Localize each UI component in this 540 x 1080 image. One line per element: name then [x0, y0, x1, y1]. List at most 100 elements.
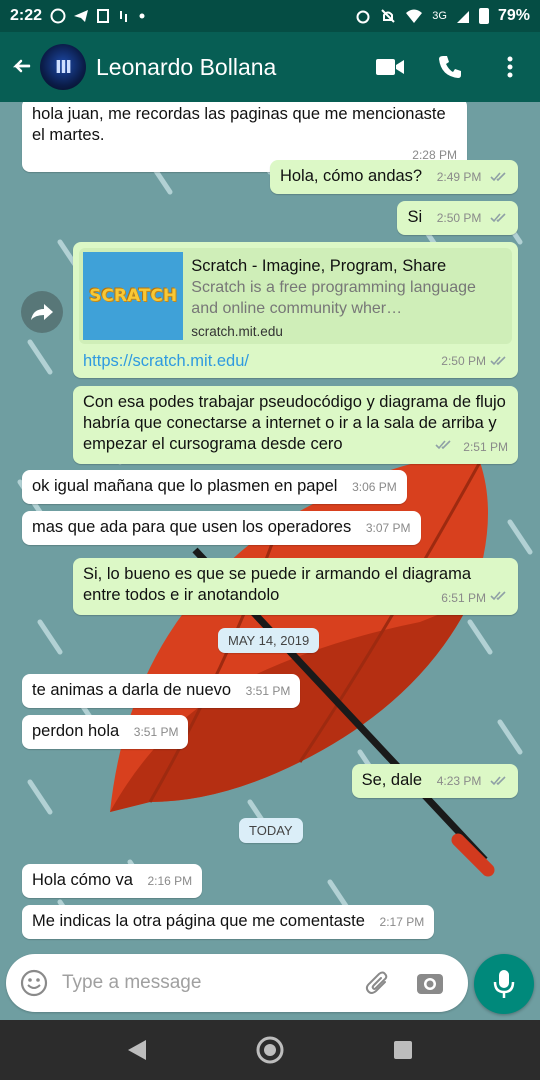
message-link[interactable]: https://scratch.mit.edu/: [83, 351, 249, 372]
date-chip: MAY 14, 2019: [218, 628, 320, 653]
cell-signal-icon: [456, 11, 469, 23]
camera-icon: [417, 974, 443, 994]
message-text: Si, lo bueno es que se puede ir armando …: [83, 565, 471, 604]
message-text: mas que ada para que usen los operadores: [32, 518, 352, 536]
message-time: 3:07 PM: [365, 521, 411, 535]
message-time: 3:51 PM: [133, 725, 179, 739]
message-time: 3:51 PM: [245, 684, 291, 698]
message-text: Hola cómo va: [32, 871, 133, 889]
message-time: 2:51 PM: [463, 440, 508, 454]
message-time: 4:23 PM: [436, 774, 482, 788]
read-ticks-icon: [490, 776, 506, 785]
chat-header: Ⅲ Leonardo Bollana: [0, 32, 540, 102]
message-out[interactable]: Si, lo bueno es que se puede ir armando …: [73, 558, 518, 615]
camera-button[interactable]: [404, 954, 456, 1012]
header-actions: [360, 32, 540, 102]
message-out[interactable]: Se, dale 4:23 PM: [351, 764, 518, 798]
nav-recents-button[interactable]: [373, 1020, 433, 1080]
chat-area[interactable]: hola juan, me recordas las paginas que m…: [0, 102, 540, 952]
signal-notification-icon: [120, 11, 128, 22]
message-input[interactable]: [62, 972, 352, 994]
link-preview-domain: scratch.mit.edu: [191, 324, 283, 339]
nav-back-button[interactable]: [107, 1020, 167, 1080]
status-time: 2:22: [10, 7, 43, 24]
message-text: ok igual mañana que lo plasmen en papel: [32, 477, 338, 495]
message-text: Se, dale: [361, 771, 423, 789]
read-ticks-icon: [490, 591, 506, 601]
forward-icon: [31, 304, 53, 320]
link-preview-description: Scratch is a free programming language a…: [191, 279, 476, 317]
voice-call-button[interactable]: [420, 32, 480, 102]
thumbnail-logo-text: SCRATCH: [89, 285, 178, 306]
message-out[interactable]: Con esa podes trabajar pseudocódigo y di…: [73, 386, 518, 464]
more-options-button[interactable]: [480, 32, 540, 102]
message-text: Hola, cómo andas?: [279, 167, 423, 185]
link-preview-thumbnail: SCRATCH: [83, 252, 184, 340]
notification-icons: [50, 8, 146, 24]
message-in[interactable]: perdon hola 3:51 PM: [22, 715, 189, 749]
back-arrow-icon: [12, 59, 31, 73]
read-ticks-icon: [490, 213, 506, 222]
message-time: 2:17 PM: [379, 915, 425, 929]
message-time: 2:50 PM: [441, 354, 486, 368]
more-vert-icon: [507, 56, 513, 78]
whatsapp-notification-icon: [50, 8, 66, 24]
mic-icon: [493, 970, 515, 998]
link-preview-card[interactable]: SCRATCH Scratch - Imagine, Program, Shar…: [79, 248, 512, 344]
status-bar: 2:22 3G 79%: [0, 0, 540, 32]
voice-message-button[interactable]: [474, 954, 534, 1014]
glass-notification-icon: [97, 9, 110, 23]
contact-avatar[interactable]: Ⅲ: [40, 44, 86, 90]
link-preview-body: Scratch - Imagine, Program, Share Scratc…: [187, 248, 512, 344]
message-text: Si: [407, 208, 423, 226]
message-text: Me indicas la otra página que me comenta…: [32, 912, 365, 930]
message-time: 2:50 PM: [436, 211, 482, 225]
message-out[interactable]: Si 2:50 PM: [397, 201, 518, 235]
link-preview-title: Scratch - Imagine, Program, Share: [191, 257, 447, 275]
battery-percent: 79%: [497, 7, 530, 24]
nav-home-icon: [256, 1036, 284, 1064]
wifi-icon: [406, 9, 423, 23]
message-time: 2:16 PM: [147, 874, 193, 888]
battery-icon: [478, 8, 489, 24]
contact-name[interactable]: Leonardo Bollana: [96, 54, 276, 81]
read-ticks-icon: [490, 172, 506, 181]
back-button[interactable]: [2, 32, 40, 102]
message-time: 6:51 PM: [441, 591, 486, 605]
video-call-icon: [376, 59, 404, 75]
system-nav-bar: [0, 1020, 540, 1080]
attach-button[interactable]: [352, 954, 404, 1012]
network-type: 3G: [432, 10, 447, 22]
system-status-icons: 3G 79%: [355, 7, 530, 25]
telegram-notification-icon: [74, 10, 89, 22]
emoji-button[interactable]: [6, 969, 62, 997]
message-out-link[interactable]: SCRATCH Scratch - Imagine, Program, Shar…: [73, 242, 518, 378]
nav-back-icon: [127, 1040, 146, 1060]
read-ticks-icon: [435, 440, 451, 450]
date-chip: TODAY: [239, 818, 303, 843]
emoji-icon: [20, 969, 48, 997]
attach-icon: [365, 971, 388, 994]
nav-recents-icon: [394, 1041, 413, 1059]
message-out[interactable]: Hola, cómo andas? 2:49 PM: [269, 160, 518, 194]
read-ticks-icon: [490, 356, 506, 365]
message-text: hola juan, me recordas las paginas que m…: [32, 105, 446, 144]
video-call-button[interactable]: [360, 32, 420, 102]
alarm-icon: [356, 10, 370, 24]
message-in[interactable]: Hola cómo va 2:16 PM: [22, 864, 203, 898]
message-in[interactable]: te animas a darla de nuevo 3:51 PM: [22, 674, 301, 708]
message-text: perdon hola: [32, 722, 120, 740]
message-in[interactable]: Me indicas la otra página que me comenta…: [22, 905, 435, 939]
forward-button[interactable]: [21, 291, 63, 333]
nav-home-button[interactable]: [240, 1020, 300, 1080]
message-in[interactable]: mas que ada para que usen los operadores…: [22, 511, 421, 545]
message-time: 3:06 PM: [352, 480, 397, 494]
message-text: te animas a darla de nuevo: [32, 681, 232, 699]
message-composer: [6, 954, 468, 1012]
mute-icon: [381, 9, 395, 23]
phone-icon: [439, 56, 461, 78]
message-in[interactable]: ok igual mañana que lo plasmen en papel …: [22, 470, 407, 504]
more-notifications-dot-icon: [139, 13, 145, 19]
avatar-glyph: Ⅲ: [54, 56, 72, 77]
message-time: 2:49 PM: [436, 170, 482, 184]
